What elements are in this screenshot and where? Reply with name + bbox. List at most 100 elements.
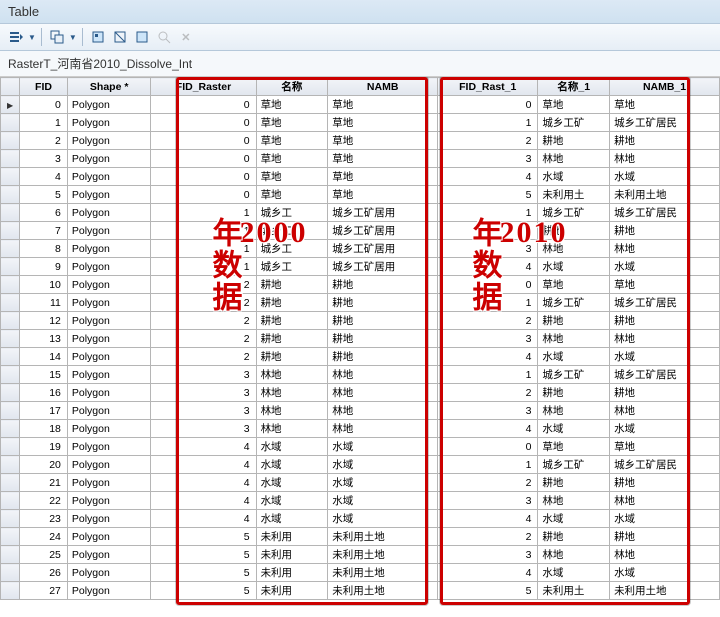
- row-selector[interactable]: [1, 168, 20, 186]
- cell-name[interactable]: 水域: [256, 510, 328, 528]
- cell-name[interactable]: 林地: [256, 384, 328, 402]
- table-row[interactable]: 5Polygon0草地草地5未利用土未利用土地: [1, 186, 720, 204]
- cell-name[interactable]: 水域: [256, 492, 328, 510]
- row-selector[interactable]: [1, 510, 20, 528]
- row-selector[interactable]: [1, 96, 20, 114]
- cell-namb1[interactable]: 城乡工矿居民: [610, 366, 720, 384]
- table-row[interactable]: 27Polygon5未利用未利用土地5未利用土未利用土地: [1, 582, 720, 600]
- cell-namb[interactable]: 林地: [328, 402, 438, 420]
- cell-fid-rast1[interactable]: 3: [438, 240, 538, 258]
- cell-fid-raster[interactable]: 2: [151, 348, 256, 366]
- cell-name[interactable]: 水域: [256, 474, 328, 492]
- cell-shape[interactable]: Polygon: [67, 186, 151, 204]
- table-row[interactable]: 15Polygon3林地林地1城乡工矿城乡工矿居民: [1, 366, 720, 384]
- cell-namb1[interactable]: 林地: [610, 330, 720, 348]
- cell-fid[interactable]: 4: [20, 168, 68, 186]
- cell-fid-rast1[interactable]: 1: [438, 456, 538, 474]
- cell-fid-rast1[interactable]: 1: [438, 204, 538, 222]
- col-shape[interactable]: Shape *: [67, 78, 151, 96]
- cell-namb[interactable]: 城乡工矿居用: [328, 204, 438, 222]
- cell-fid-raster[interactable]: 0: [151, 168, 256, 186]
- col-name1[interactable]: 名称_1: [538, 78, 610, 96]
- col-fid[interactable]: FID: [20, 78, 68, 96]
- cell-name[interactable]: 城乡工: [256, 222, 328, 240]
- cell-namb[interactable]: 城乡工矿居用: [328, 258, 438, 276]
- cell-namb1[interactable]: 草地: [610, 276, 720, 294]
- table-row[interactable]: 9Polygon1城乡工城乡工矿居用4水域水域: [1, 258, 720, 276]
- cell-name[interactable]: 未利用: [256, 582, 328, 600]
- cell-fid-rast1[interactable]: 0: [438, 276, 538, 294]
- cell-fid-raster[interactable]: 4: [151, 474, 256, 492]
- cell-name1[interactable]: 水域: [538, 168, 610, 186]
- cell-fid-raster[interactable]: 3: [151, 366, 256, 384]
- cell-name1[interactable]: 城乡工矿: [538, 294, 610, 312]
- cell-name1[interactable]: 耕地: [538, 222, 610, 240]
- cell-shape[interactable]: Polygon: [67, 420, 151, 438]
- cell-name[interactable]: 草地: [256, 114, 328, 132]
- cell-shape[interactable]: Polygon: [67, 150, 151, 168]
- cell-fid[interactable]: 25: [20, 546, 68, 564]
- cell-fid[interactable]: 13: [20, 330, 68, 348]
- cell-name1[interactable]: 草地: [538, 96, 610, 114]
- cell-name[interactable]: 草地: [256, 150, 328, 168]
- table-row[interactable]: 10Polygon2耕地耕地0草地草地: [1, 276, 720, 294]
- cell-fid-rast1[interactable]: 2: [438, 384, 538, 402]
- cell-name1[interactable]: 林地: [538, 330, 610, 348]
- cell-shape[interactable]: Polygon: [67, 384, 151, 402]
- cell-fid[interactable]: 20: [20, 456, 68, 474]
- cell-namb1[interactable]: 未利用土地: [610, 582, 720, 600]
- cell-name[interactable]: 草地: [256, 132, 328, 150]
- row-selector[interactable]: [1, 546, 20, 564]
- cell-shape[interactable]: Polygon: [67, 222, 151, 240]
- cell-fid[interactable]: 8: [20, 240, 68, 258]
- cell-name1[interactable]: 水域: [538, 510, 610, 528]
- cell-name[interactable]: 林地: [256, 366, 328, 384]
- cell-fid-raster[interactable]: 0: [151, 150, 256, 168]
- cell-shape[interactable]: Polygon: [67, 348, 151, 366]
- cell-shape[interactable]: Polygon: [67, 168, 151, 186]
- cell-fid-rast1[interactable]: 3: [438, 150, 538, 168]
- cell-shape[interactable]: Polygon: [67, 204, 151, 222]
- delete-icon[interactable]: ✕: [176, 27, 196, 47]
- cell-fid-raster[interactable]: 2: [151, 276, 256, 294]
- cell-name1[interactable]: 城乡工矿: [538, 456, 610, 474]
- cell-name[interactable]: 耕地: [256, 294, 328, 312]
- cell-fid-raster[interactable]: 3: [151, 384, 256, 402]
- cell-namb1[interactable]: 林地: [610, 150, 720, 168]
- cell-namb[interactable]: 耕地: [328, 276, 438, 294]
- table-row[interactable]: 11Polygon2耕地耕地1城乡工矿城乡工矿居民: [1, 294, 720, 312]
- cell-name1[interactable]: 未利用土: [538, 186, 610, 204]
- row-selector[interactable]: [1, 186, 20, 204]
- table-row[interactable]: 21Polygon4水域水域2耕地耕地: [1, 474, 720, 492]
- cell-name[interactable]: 耕地: [256, 276, 328, 294]
- cell-fid-rast1[interactable]: 2: [438, 474, 538, 492]
- related-tables-icon[interactable]: [47, 27, 67, 47]
- table-row[interactable]: 0Polygon0草地草地0草地草地: [1, 96, 720, 114]
- cell-fid-raster[interactable]: 0: [151, 186, 256, 204]
- cell-fid-rast1[interactable]: 1: [438, 294, 538, 312]
- cell-fid-rast1[interactable]: 3: [438, 546, 538, 564]
- cell-name[interactable]: 未利用: [256, 564, 328, 582]
- cell-fid-rast1[interactable]: 4: [438, 258, 538, 276]
- col-namb[interactable]: NAMB: [328, 78, 438, 96]
- cell-fid-rast1[interactable]: 4: [438, 420, 538, 438]
- cell-shape[interactable]: Polygon: [67, 330, 151, 348]
- cell-fid-raster[interactable]: 2: [151, 294, 256, 312]
- cell-name1[interactable]: 耕地: [538, 474, 610, 492]
- row-selector[interactable]: [1, 528, 20, 546]
- table-row[interactable]: 12Polygon2耕地耕地2耕地耕地: [1, 312, 720, 330]
- cell-fid[interactable]: 6: [20, 204, 68, 222]
- cell-namb1[interactable]: 水域: [610, 420, 720, 438]
- cell-shape[interactable]: Polygon: [67, 132, 151, 150]
- clear-selection-icon[interactable]: [132, 27, 152, 47]
- cell-name[interactable]: 城乡工: [256, 258, 328, 276]
- col-namb1[interactable]: NAMB_1: [610, 78, 720, 96]
- cell-namb[interactable]: 未利用土地: [328, 582, 438, 600]
- cell-fid[interactable]: 5: [20, 186, 68, 204]
- cell-name[interactable]: 耕地: [256, 312, 328, 330]
- cell-shape[interactable]: Polygon: [67, 258, 151, 276]
- cell-fid-raster[interactable]: 4: [151, 438, 256, 456]
- cell-fid[interactable]: 26: [20, 564, 68, 582]
- table-row[interactable]: 25Polygon5未利用未利用土地3林地林地: [1, 546, 720, 564]
- cell-namb[interactable]: 未利用土地: [328, 528, 438, 546]
